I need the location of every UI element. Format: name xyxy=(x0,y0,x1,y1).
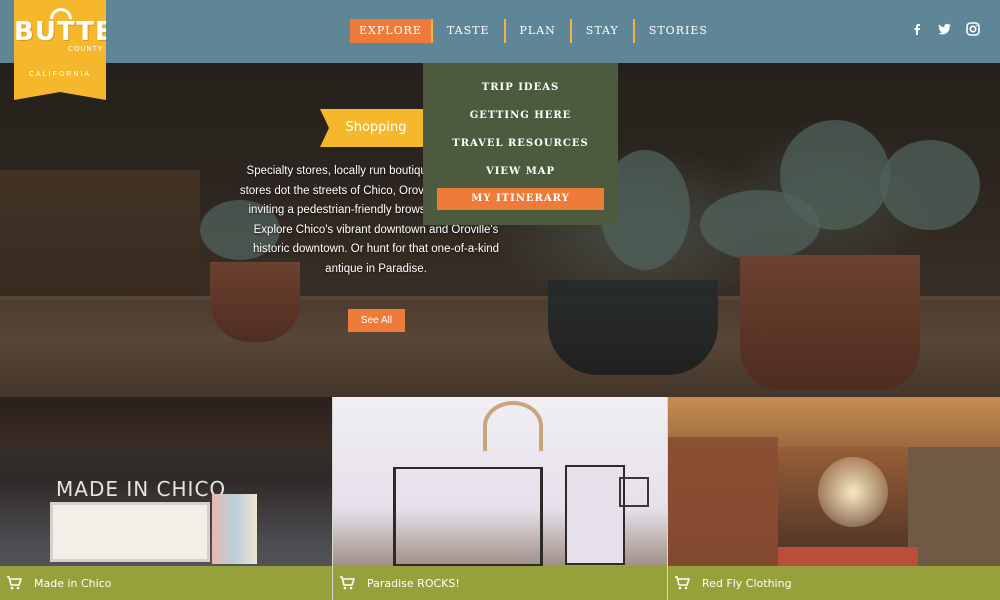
logo-word-california: CALIFORNIA xyxy=(28,71,91,78)
display-case xyxy=(565,465,625,565)
tile-label: Paradise ROCKS! xyxy=(333,566,667,600)
shop-tiles: MADE IN CHICO Made in Chico Paradise ROC… xyxy=(0,397,1000,600)
instagram-icon[interactable] xyxy=(966,22,980,36)
tile-label: Red Fly Clothing xyxy=(668,566,1000,600)
page: Shopping Specialty stores, locally run b… xyxy=(0,0,1000,600)
store-sign: MADE IN CHICO xyxy=(56,477,227,501)
tile-paradise-rocks[interactable]: Paradise ROCKS! xyxy=(333,397,667,600)
menu-item-travel-resources[interactable]: TRAVEL RESOURCES xyxy=(437,133,604,155)
nav-taste[interactable]: TASTE xyxy=(433,19,504,43)
menu-item-getting-here[interactable]: GETTING HERE xyxy=(437,105,604,127)
tile-made-in-chico[interactable]: MADE IN CHICO Made in Chico xyxy=(0,397,332,600)
tile-red-fly-clothing[interactable]: Red Fly Clothing xyxy=(668,397,1000,600)
menu-item-view-map[interactable]: VIEW MAP xyxy=(437,161,604,183)
tile-name: Paradise ROCKS! xyxy=(367,576,460,590)
main-nav: EXPLORE TASTE PLAN STAY STORIES xyxy=(350,19,722,43)
see-all-button[interactable]: See All xyxy=(348,309,405,332)
facebook-icon[interactable] xyxy=(910,22,924,36)
section-ribbon: Shopping xyxy=(320,109,424,147)
nav-plan[interactable]: PLAN xyxy=(506,19,570,43)
store-ceiling xyxy=(0,397,332,447)
store-counter xyxy=(778,547,918,567)
display-rack xyxy=(393,467,543,567)
store-shelf xyxy=(50,502,210,562)
cart-icon xyxy=(6,575,22,591)
top-bar: EXPLORE TASTE PLAN STAY STORIES xyxy=(0,0,1000,63)
explore-dropdown-menu: TRIP IDEAS GETTING HERE TRAVEL RESOURCES… xyxy=(423,63,618,225)
nav-stories[interactable]: STORIES xyxy=(635,19,722,43)
social-links xyxy=(910,22,980,36)
clothing-shelf xyxy=(908,447,1000,567)
tile-label: Made in Chico xyxy=(0,566,332,600)
nav-explore[interactable]: EXPLORE xyxy=(350,19,431,43)
logo-word-county: COUNTY xyxy=(68,46,104,53)
logo-word-butte: BUTTE xyxy=(14,17,114,47)
section-heading: Shopping xyxy=(345,120,407,135)
hanging-cloth xyxy=(212,494,257,564)
tile-name: Made in Chico xyxy=(34,576,112,590)
cart-icon xyxy=(674,575,690,591)
ceiling-light xyxy=(818,457,888,527)
wall-frame xyxy=(619,477,649,507)
brick-wall xyxy=(668,437,778,567)
antler-decor xyxy=(483,401,543,451)
nav-stay[interactable]: STAY xyxy=(572,19,633,43)
menu-item-trip-ideas[interactable]: TRIP IDEAS xyxy=(437,77,604,99)
twitter-icon[interactable] xyxy=(938,22,952,36)
tile-name: Red Fly Clothing xyxy=(702,576,792,590)
cart-icon xyxy=(339,575,355,591)
butte-county-logo[interactable]: BUTTE COUNTY CALIFORNIA xyxy=(14,0,106,100)
menu-item-my-itinerary[interactable]: MY ITINERARY xyxy=(437,188,604,210)
